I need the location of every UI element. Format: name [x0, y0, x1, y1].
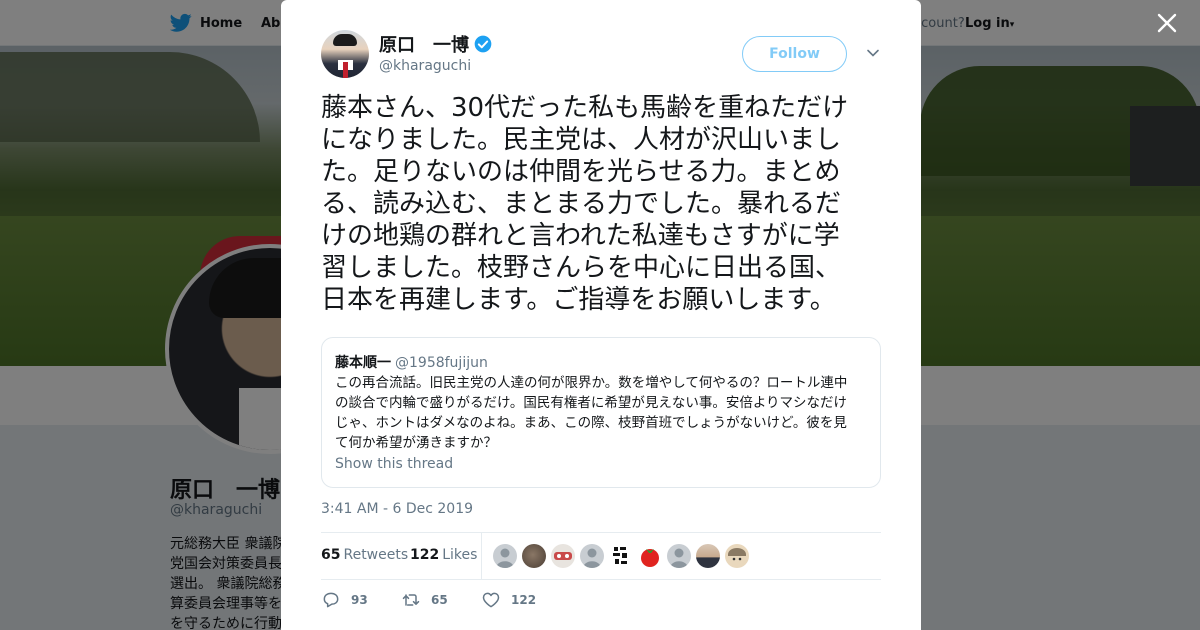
retweets-label: Retweets [343, 547, 409, 563]
liker-avatar[interactable] [551, 544, 575, 568]
tweet-text-line: 藤本さん、30代だった私も馬齢を重ねただけ [321, 93, 849, 123]
tweet-stats: 65 Retweets 122 Likes [321, 532, 881, 580]
tweet-text: 藤本さん、30代だった私も馬齢を重ねただけ になりました。民主党は、人材が沢山い… [321, 92, 886, 316]
likes-count: 122 [410, 547, 440, 563]
tweet-text-line: になりました。民主党は、人材が沢山いまし [321, 125, 842, 155]
tweet-modal: 原口 一博 @kharaguchi Follow 藤本さん、30代だった私も馬齢… [281, 0, 921, 630]
liker-avatar[interactable] [609, 544, 633, 568]
tweet-text-line: けの地鶏の群れと言われた私達もさすがに学 [321, 221, 840, 251]
liker-avatar[interactable] [725, 544, 749, 568]
quoted-tweet[interactable]: 藤本順一 @1958fujijun この再合流話。旧民主党の人達の何が限界か。数を… [321, 337, 881, 488]
retweet-action[interactable]: 65 [401, 590, 448, 610]
retweet-icon [402, 594, 420, 606]
author-handle[interactable]: @kharaguchi [379, 58, 471, 74]
like-icon [482, 592, 500, 608]
retweets-stat[interactable]: 65 Retweets [321, 547, 408, 563]
liker-avatar[interactable] [522, 544, 546, 568]
liker-avatar[interactable] [667, 544, 691, 568]
author-name[interactable]: 原口 一博 [379, 31, 493, 57]
tweet-text-line: 習しました。枝野さんらを中心に日出る国、 [321, 253, 842, 283]
author-avatar[interactable] [321, 30, 369, 78]
show-thread-link[interactable]: Show this thread [335, 456, 453, 472]
quoted-tweet-text: この再合流話。旧民主党の人達の何が限界か。数を増やして何やるの？ロートル連中 の… [335, 373, 870, 453]
author-name-text: 原口 一博 [379, 35, 469, 56]
reply-action[interactable]: 93 [321, 590, 368, 610]
tweet-text-line: 日本を再建します。ご指導をお願いします。 [321, 285, 836, 315]
quoted-text-line: の談合で内輪で盛りがるだけ。国民有権者に希望が見えない事。安倍よりマシなだけ [335, 395, 848, 411]
liker-avatars [493, 544, 749, 568]
close-button[interactable] [1155, 12, 1179, 36]
close-icon [1157, 13, 1177, 33]
tweet-actions: 93 65 122 [321, 590, 881, 614]
quoted-tweet-header: 藤本順一 @1958fujijun [335, 352, 488, 372]
tweet-timestamp[interactable]: 3:41 AM - 6 Dec 2019 [321, 501, 473, 517]
tweet-text-line: る、読み込む、まとまる力でした。暴れるだ [321, 189, 842, 219]
reply-count: 93 [351, 593, 368, 607]
liker-avatar[interactable] [580, 544, 604, 568]
verified-icon [474, 35, 492, 53]
chevron-down-icon[interactable] [866, 46, 880, 60]
quoted-author-handle: @1958fujijun [395, 355, 488, 371]
likes-stat[interactable]: 122 Likes [410, 547, 477, 563]
tweet-text-line: た。足りないのは仲間を光らせる力。まとめ [321, 157, 841, 187]
follow-button[interactable]: Follow [742, 36, 847, 72]
likes-label: Likes [442, 547, 478, 563]
like-action[interactable]: 122 [481, 590, 536, 610]
retweets-count: 65 [321, 547, 341, 563]
retweet-count: 65 [431, 593, 448, 607]
quoted-text-line: て何か希望が湧きますか？ [335, 435, 497, 451]
like-count: 122 [511, 593, 537, 607]
liker-avatar[interactable] [696, 544, 720, 568]
stats-divider [481, 533, 482, 579]
quoted-text-line: じゃ、ホントはダメなのよね。まあ、この際、枝野首班でしょうがないけど。彼を見 [335, 415, 847, 431]
liker-avatar[interactable] [638, 544, 662, 568]
reply-icon [323, 592, 339, 608]
liker-avatar[interactable] [493, 544, 517, 568]
quoted-text-line: この再合流話。旧民主党の人達の何が限界か。数を増やして何やるの？ロートル連中 [335, 375, 848, 391]
quoted-author-name: 藤本順一 [335, 355, 391, 371]
